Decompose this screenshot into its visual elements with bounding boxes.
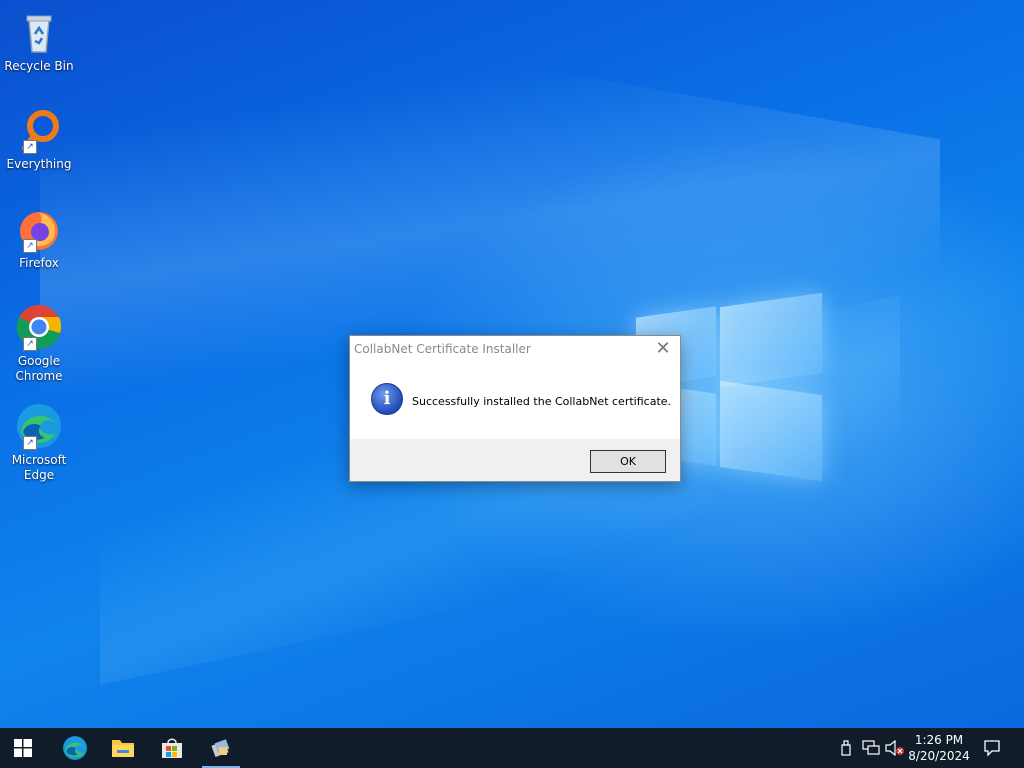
shortcut-arrow-icon: ↗	[23, 436, 37, 450]
usb-icon	[841, 740, 851, 756]
shortcut-arrow-icon: ↗	[23, 337, 37, 351]
recycle-bin-icon	[15, 8, 63, 56]
firefox-icon: ↗	[15, 205, 63, 253]
taskbar-file-explorer[interactable]	[100, 728, 146, 768]
tray-usb[interactable]	[836, 728, 856, 768]
desktop-icon-label: Microsoft Edge	[11, 453, 67, 482]
close-icon[interactable]: ✕	[650, 338, 676, 360]
file-explorer-icon	[112, 740, 134, 757]
taskbar-clock[interactable]: 1:26 PM 8/20/2024	[900, 732, 978, 764]
message-dialog: CollabNet Certificate Installer ✕ i Succ…	[349, 335, 681, 482]
desktop-icon-label: Firefox	[19, 256, 59, 270]
shortcut-arrow-icon: ↗	[23, 239, 37, 253]
desktop-icon-firefox[interactable]: ↗ Firefox	[4, 205, 74, 271]
chrome-icon: ↗	[15, 303, 63, 351]
shortcut-arrow-icon: ↗	[23, 140, 37, 154]
desktop-icon-label: Recycle Bin	[4, 59, 74, 73]
action-center-icon	[984, 740, 1000, 757]
taskbar-edge[interactable]	[52, 728, 98, 768]
installer-app-icon	[211, 739, 230, 758]
taskbar-installer-app[interactable]	[198, 728, 244, 768]
magnifier-icon: ↗	[15, 106, 63, 154]
taskbar-store[interactable]	[149, 728, 195, 768]
desktop-icon-microsoft-edge[interactable]: ↗ Microsoft Edge	[4, 402, 74, 483]
clock-time: 1:26 PM	[914, 733, 964, 747]
edge-icon: ↗	[15, 402, 63, 450]
windows-start-icon	[14, 739, 32, 757]
start-button[interactable]	[0, 728, 46, 768]
action-center-button[interactable]	[978, 728, 1006, 768]
desktop-icon-label: Everything	[6, 157, 72, 171]
ok-button[interactable]: OK	[590, 450, 666, 473]
desktop-icon-recycle-bin[interactable]: Recycle Bin	[4, 8, 74, 74]
dialog-title: CollabNet Certificate Installer	[354, 342, 531, 356]
desktop-icon-label: Google Chrome	[15, 354, 63, 383]
taskbar: 1:26 PM 8/20/2024	[0, 728, 1024, 768]
store-icon	[162, 738, 182, 758]
tray-network[interactable]	[860, 728, 882, 768]
dialog-footer: OK	[350, 439, 680, 481]
edge-icon	[63, 736, 87, 760]
network-icon	[862, 740, 880, 755]
desktop-icon-everything[interactable]: ↗ Everything	[4, 106, 74, 172]
dialog-message: Successfully installed the CollabNet cer…	[412, 395, 672, 408]
info-icon: i	[371, 383, 403, 415]
desktop-icon-google-chrome[interactable]: ↗ Google Chrome	[4, 303, 74, 384]
clock-date: 8/20/2024	[908, 749, 970, 763]
